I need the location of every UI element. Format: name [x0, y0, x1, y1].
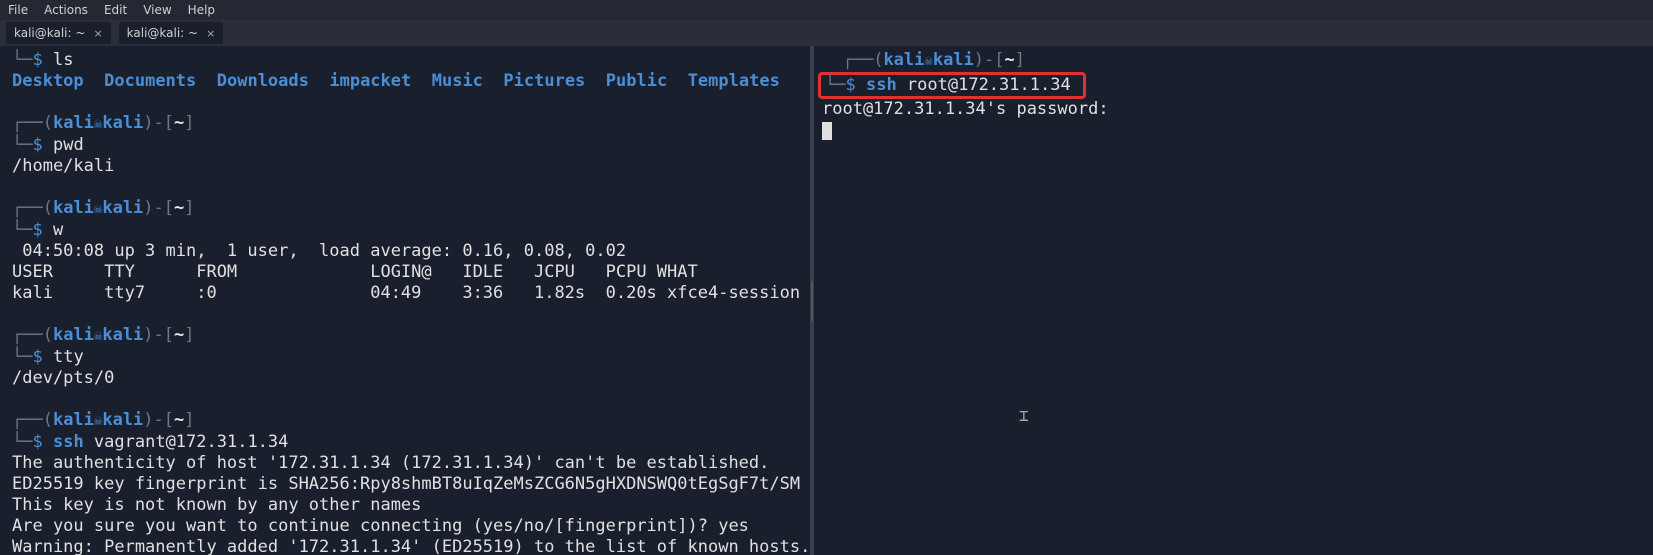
- command-ls: ls: [53, 50, 73, 70]
- pwd-output: /home/kali: [12, 156, 808, 177]
- command-ssh-root: ssh: [866, 75, 897, 95]
- menu-file[interactable]: File: [8, 3, 28, 17]
- tab-title: kali@kali: ~: [127, 26, 198, 40]
- terminal-pane-right[interactable]: └─┌──(kali☠kali)-[~] └─$ ssh root@172.31…: [814, 46, 1653, 555]
- terminal-tab-1[interactable]: kali@kali: ~ ×: [6, 22, 111, 44]
- command-tty: tty: [53, 347, 84, 367]
- menu-edit[interactable]: Edit: [104, 3, 127, 17]
- w-output-line: USER TTY FROM LOGIN@ IDLE JCPU PCPU WHAT: [12, 262, 808, 283]
- w-output-line: kali tty7 :0 04:49 3:36 1.82s 0.20s xfce…: [12, 283, 808, 304]
- ssh-output-line: Warning: Permanently added '172.31.1.34'…: [12, 537, 808, 555]
- menu-view[interactable]: View: [143, 3, 171, 17]
- tab-title: kali@kali: ~: [14, 26, 85, 40]
- terminal-split-container: └─$ ls Desktop Documents Downloads impac…: [0, 46, 1653, 555]
- tty-output: /dev/pts/0: [12, 368, 808, 389]
- mouse-cursor-icon: ⌶: [1019, 406, 1029, 425]
- ssh-output-line: ED25519 key fingerprint is SHA256:Rpy8sh…: [12, 474, 808, 495]
- highlighted-command: └─$ ssh root@172.31.1.34: [818, 72, 1086, 99]
- w-output-line: 04:50:08 up 3 min, 1 user, load average:…: [12, 241, 808, 262]
- ssh-output-line: The authenticity of host '172.31.1.34 (1…: [12, 453, 808, 474]
- terminal-tab-2[interactable]: kali@kali: ~ ×: [119, 22, 224, 44]
- command-w: w: [53, 220, 63, 240]
- ls-output: Desktop Documents Downloads impacket Mus…: [12, 71, 808, 92]
- ssh-output-line: This key is not known by any other names: [12, 495, 808, 516]
- terminal-cursor: [822, 122, 832, 140]
- close-icon[interactable]: ×: [206, 27, 215, 40]
- menu-actions[interactable]: Actions: [44, 3, 88, 17]
- terminal-pane-left[interactable]: └─$ ls Desktop Documents Downloads impac…: [0, 46, 810, 555]
- tab-bar: kali@kali: ~ × kali@kali: ~ ×: [0, 20, 1653, 46]
- command-ssh: ssh: [53, 432, 84, 452]
- ssh-output-line: Are you sure you want to continue connec…: [12, 516, 808, 537]
- ssh-password-prompt: root@172.31.1.34's password:: [822, 99, 1651, 120]
- close-icon[interactable]: ×: [93, 27, 102, 40]
- menu-help[interactable]: Help: [188, 3, 215, 17]
- menubar: File Actions Edit View Help: [0, 0, 1653, 20]
- command-pwd: pwd: [53, 135, 84, 155]
